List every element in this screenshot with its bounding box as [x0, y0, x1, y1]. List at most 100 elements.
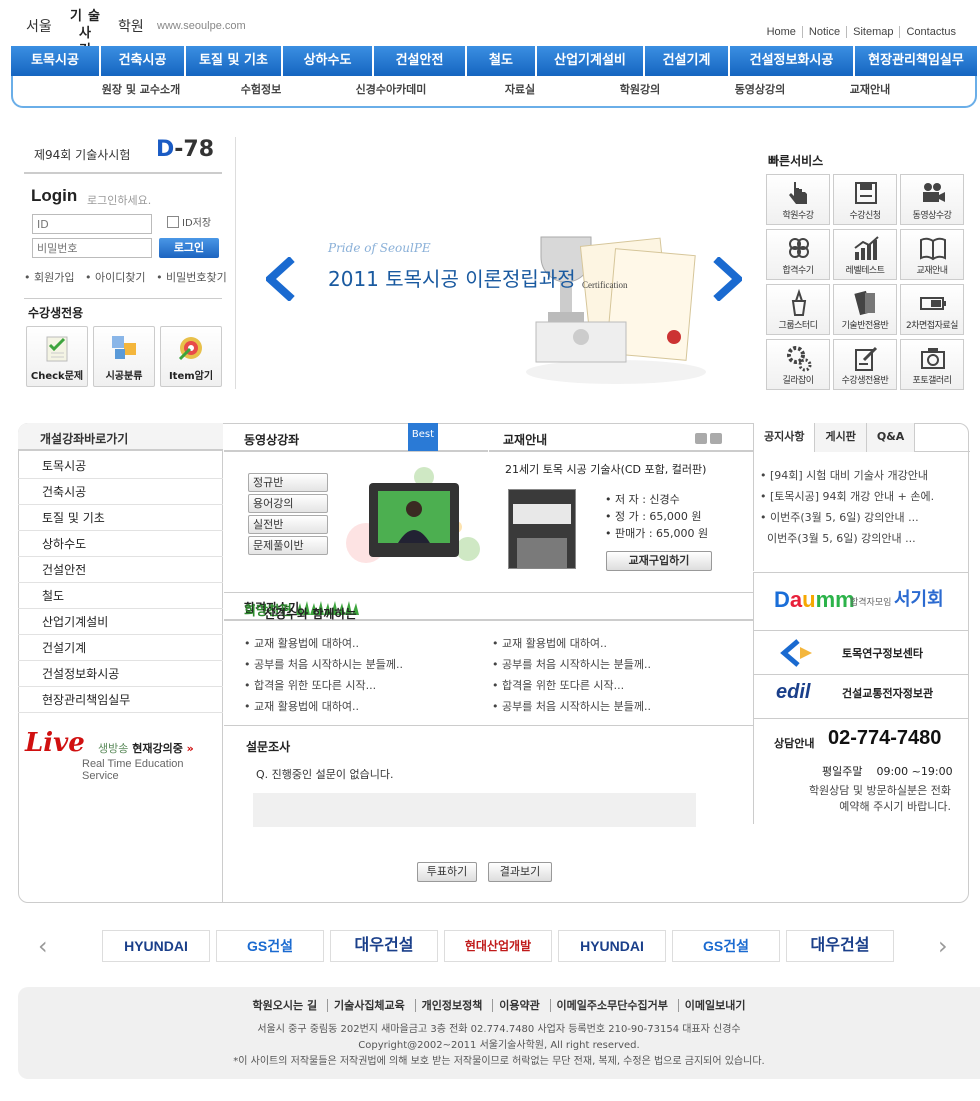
promo-banner[interactable]: 신경수와 함께하는 희망찬편: [244, 599, 366, 621]
quick-photo-gallery[interactable]: 포토갤러리: [900, 339, 964, 390]
course-item[interactable]: 토목시공: [18, 453, 223, 479]
top-link-contact[interactable]: Contactus: [899, 26, 962, 38]
sub-menu-item[interactable]: 원장 및 교수소개: [81, 76, 201, 106]
partner-logo[interactable]: HYUNDAI: [558, 930, 666, 962]
quick-interview-archive[interactable]: 2차면접자료실: [900, 284, 964, 335]
banner-next-icon[interactable]: [712, 257, 742, 301]
video-player-thumbnail[interactable]: [369, 483, 459, 557]
main-menu-item[interactable]: 토목시공: [11, 46, 101, 76]
construction-category-button[interactable]: 시공분류: [93, 326, 155, 387]
practice-class-button[interactable]: 실전반: [248, 515, 328, 534]
main-menu-item[interactable]: 건설안전: [374, 46, 467, 76]
partners-prev-icon[interactable]: ‹: [38, 932, 48, 960]
live-broadcast-banner[interactable]: Live 생방송 현재강의중 » Real Time Education Ser…: [25, 722, 220, 782]
story-link[interactable]: • 공부를 처음 시작하시는 분들께..: [492, 654, 651, 675]
sub-menu-item[interactable]: 교재안내: [819, 76, 921, 106]
course-item[interactable]: 철도: [18, 583, 223, 609]
partner-logo[interactable]: 대우건설: [330, 930, 438, 962]
edil-link[interactable]: edil 건설교통전자정보관: [753, 674, 969, 718]
regular-class-button[interactable]: 정규반: [248, 473, 328, 492]
banner-prev-icon[interactable]: [266, 257, 296, 301]
sub-menu-item[interactable]: 자료실: [461, 76, 579, 106]
tab-board[interactable]: 게시판: [815, 423, 867, 452]
story-link[interactable]: • 교재 활용법에 대하여..: [244, 633, 403, 654]
login-button[interactable]: 로그인: [159, 238, 219, 258]
course-item[interactable]: 현장관리책임실무: [18, 687, 223, 713]
notice-item[interactable]: • [토목시공] 94회 개강 안내 + 손에.: [760, 486, 934, 507]
quick-enroll[interactable]: 학원수강: [766, 174, 830, 225]
course-item[interactable]: 건설안전: [18, 557, 223, 583]
quick-group-study[interactable]: 그룹스터디: [766, 284, 830, 335]
sub-menu-item[interactable]: 학원강의: [579, 76, 701, 106]
main-banner[interactable]: Certification Pride of SeoulPE 2011 토목시공…: [235, 137, 757, 389]
main-menu-item[interactable]: 건설정보화시공: [730, 46, 855, 76]
main-menu-item[interactable]: 건설기계: [645, 46, 730, 76]
footer-link[interactable]: 이메일주소무단수집거부: [549, 999, 674, 1012]
quick-book-guide[interactable]: 교재안내: [900, 229, 964, 280]
quick-success-story[interactable]: 합격수기: [766, 229, 830, 280]
vote-button[interactable]: 투표하기: [417, 862, 477, 882]
quick-level-test[interactable]: 레벨테스트: [833, 229, 897, 280]
course-item[interactable]: 산업기계설비: [18, 609, 223, 635]
quick-tech-class[interactable]: 기술반전용반: [833, 284, 897, 335]
partner-logo[interactable]: 대우건설: [786, 930, 894, 962]
save-id-checkbox[interactable]: ID저장: [167, 214, 211, 229]
partner-logo[interactable]: 현대산업개발: [444, 930, 552, 962]
quick-video[interactable]: 동영상수강: [900, 174, 964, 225]
signup-link[interactable]: • 회원가입: [24, 271, 74, 284]
story-link[interactable]: • 합격을 위한 또다른 시작...: [244, 675, 403, 696]
book-cover-image[interactable]: [508, 489, 576, 569]
story-link[interactable]: • 합격을 위한 또다른 시작...: [492, 675, 651, 696]
daum-club-link[interactable]: Daumm 합격자모임 서기회: [753, 572, 969, 630]
problem-solving-button[interactable]: 문제풀이반: [248, 536, 328, 555]
password-input[interactable]: [32, 238, 152, 258]
partner-logo[interactable]: HYUNDAI: [102, 930, 210, 962]
sub-menu-item[interactable]: 수험정보: [201, 76, 321, 106]
course-item[interactable]: 건축시공: [18, 479, 223, 505]
id-input[interactable]: [32, 214, 152, 234]
book-next-icon[interactable]: [710, 433, 722, 444]
item-memorize-button[interactable]: Item암기: [160, 326, 222, 387]
footer-link[interactable]: 이용약관: [492, 999, 546, 1012]
sub-menu-item[interactable]: 신경수아카데미: [321, 76, 461, 106]
story-link[interactable]: • 공부를 처음 시작하시는 분들께..: [244, 654, 403, 675]
tab-notice[interactable]: 공지사항: [754, 423, 816, 452]
story-link[interactable]: • 교재 활용법에 대하여..: [492, 633, 651, 654]
footer-link[interactable]: 기술사집체교육: [326, 999, 411, 1012]
notice-item[interactable]: 이번주(3월 5, 6일) 강의안내 ...: [760, 528, 934, 549]
main-menu-item[interactable]: 상하수도: [283, 46, 374, 76]
top-link-notice[interactable]: Notice: [801, 26, 846, 38]
footer-link[interactable]: 개인정보정책: [414, 999, 489, 1012]
footer-link[interactable]: 이메일보내기: [677, 999, 752, 1012]
quick-student-class[interactable]: 수강생전용반: [833, 339, 897, 390]
quick-apply[interactable]: 수강신청: [833, 174, 897, 225]
partner-logo[interactable]: GS건설: [216, 930, 324, 962]
check-question-button[interactable]: Check문제: [26, 326, 88, 387]
buy-book-button[interactable]: 교재구입하기: [606, 551, 712, 571]
book-name[interactable]: 21세기 토목 시공 기술사(CD 포함, 컬러판): [505, 461, 706, 477]
kict-link[interactable]: 토목연구정보센타: [753, 630, 969, 674]
find-password-link[interactable]: • 비밀번호찾기: [156, 271, 227, 284]
course-item[interactable]: 상하수도: [18, 531, 223, 557]
partner-logo[interactable]: GS건설: [672, 930, 780, 962]
main-menu-item[interactable]: 산업기계설비: [537, 46, 645, 76]
top-link-home[interactable]: Home: [761, 26, 802, 38]
course-item[interactable]: 토질 및 기초: [18, 505, 223, 531]
main-menu-item[interactable]: 건축시공: [101, 46, 186, 76]
story-link[interactable]: • 교재 활용법에 대하여..: [244, 696, 403, 717]
main-menu-item[interactable]: 철도: [467, 46, 537, 76]
story-link[interactable]: • 공부를 처음 시작하시는 분들께..: [492, 696, 651, 717]
book-prev-icon[interactable]: [695, 433, 707, 444]
term-lecture-button[interactable]: 용어강의: [248, 494, 328, 513]
main-menu-item[interactable]: 현장관리책임실무: [855, 46, 977, 76]
top-link-sitemap[interactable]: Sitemap: [846, 26, 899, 38]
notice-item[interactable]: • [94회] 시험 대비 기술사 개강안내: [760, 465, 934, 486]
quick-guide[interactable]: 길라잡이: [766, 339, 830, 390]
sub-menu-item[interactable]: 동영상강의: [701, 76, 819, 106]
notice-item[interactable]: • 이번주(3월 5, 6일) 강의안내 ...: [760, 507, 934, 528]
site-logo[interactable]: 서울 기술사기 사 학원 www.seoulpe.com: [26, 8, 266, 75]
main-menu-item[interactable]: 토질 및 기초: [186, 46, 283, 76]
footer-link[interactable]: 학원오시는 길: [247, 999, 324, 1012]
find-id-link[interactable]: • 아이디찾기: [85, 271, 146, 284]
course-item[interactable]: 건설정보화시공: [18, 661, 223, 687]
